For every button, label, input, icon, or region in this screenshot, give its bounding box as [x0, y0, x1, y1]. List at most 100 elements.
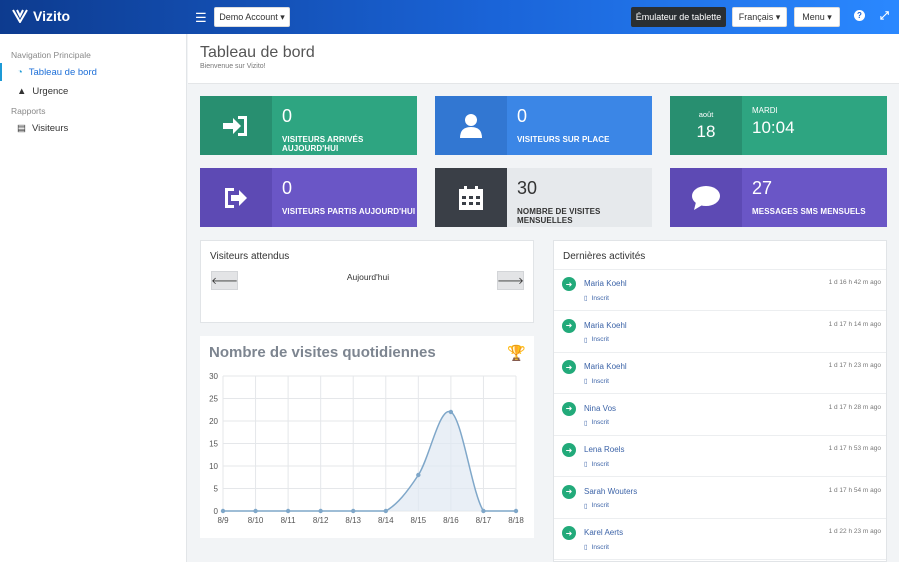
- page-header: Tableau de bord Bienvenue sur Vizito!: [188, 34, 899, 84]
- tablet-icon: ▯: [584, 336, 588, 344]
- sign-in-icon: ➜: [562, 526, 576, 540]
- activity-time: 1 d 17 h 53 m ago: [828, 445, 881, 452]
- activity-row[interactable]: ➜ Karel Aerts ▯ Inscrit 1 d 22 h 23 m ago: [554, 519, 886, 560]
- card-monthly-visits[interactable]: 30 NOMBRE DE VISITES MENSUELLES: [435, 168, 652, 227]
- menu-dropdown[interactable]: Menu ▾: [794, 7, 840, 27]
- caret-down-icon: ▾: [827, 11, 832, 22]
- sidebar-section-nav: Navigation Principale: [11, 50, 91, 60]
- daily-visits-panel: Nombre de visites quotidiennes 🏆 0 5 10 15 2…: [200, 336, 534, 538]
- data-point: [448, 409, 454, 415]
- card-label: VISITEURS ARRIVÉS AUJOURD'HUI: [282, 135, 364, 153]
- x-tick-label: 8/14: [378, 516, 394, 525]
- status-label: Inscrit: [591, 543, 609, 551]
- visitor-name[interactable]: Maria Koehl: [584, 279, 627, 288]
- sidebar-item-label: Visiteurs: [31, 122, 69, 134]
- visitor-name[interactable]: Maria Koehl: [584, 321, 627, 330]
- x-tick-label: 8/16: [443, 516, 459, 525]
- x-tick-label: 8/13: [345, 516, 361, 525]
- tablet-icon: ▯: [584, 419, 588, 427]
- series-area: [223, 411, 516, 511]
- activity-time: 1 d 17 h 14 m ago: [828, 320, 881, 328]
- language-label: Français: [738, 12, 774, 22]
- sidebar-item-dashboard[interactable]: ◔ Tableau de bord: [0, 63, 186, 81]
- visitor-name[interactable]: Maria Koehl: [584, 362, 627, 371]
- status-label: Inscrit: [591, 502, 609, 509]
- y-tick-label: 20: [209, 417, 218, 426]
- tablet-emulator-button[interactable]: Émulateur de tablette: [631, 7, 726, 27]
- arrow-right-icon: 🡒: [497, 275, 524, 287]
- daily-visits-chart: 0 5 10 15 20 25 30 8/9 8/10 8/11 8/12 8/13 8/14 8/15 8…: [209, 372, 524, 525]
- language-dropdown[interactable]: Français ▾: [732, 7, 787, 27]
- sidebar: Navigation Principale ◔ Tableau de bord …: [0, 34, 187, 562]
- visitor-name[interactable]: Lena Roels: [584, 445, 624, 454]
- account-dropdown[interactable]: Demo Account ▾: [214, 7, 290, 27]
- expand-icon[interactable]: ⤢: [880, 10, 889, 23]
- activity-row[interactable]: ➜ Maria Koehl ▯ Inscrit 1 d 16 h 42 m ago: [554, 270, 886, 311]
- activity-row[interactable]: ➜ Nina Vos ▯ Inscrit 1 d 17 h 28 m ago: [554, 395, 886, 436]
- activity-row[interactable]: ➜ Maria Koehl ▯ Inscrit 1 d 17 h 23 m ago: [554, 353, 886, 394]
- date-label: Aujourd'hui: [346, 272, 390, 282]
- activity-status: ▯ Inscrit: [584, 543, 609, 552]
- sidebar-item-urgence[interactable]: ▲ Urgence: [0, 82, 186, 100]
- data-point: [383, 508, 388, 514]
- page-title: Tableau de bord: [200, 44, 315, 61]
- help-icon[interactable]: ?: [854, 10, 865, 21]
- activity-row[interactable]: ➜ Sarah Wouters ▯ Inscrit 1 d 17 h 54 m ago: [554, 478, 886, 519]
- sidebar-item-label: Tableau de bord: [28, 66, 97, 78]
- activity-status: ▯ Inscrit: [584, 377, 609, 386]
- visitor-name[interactable]: Nina Vos: [584, 404, 616, 413]
- y-tick-label: 10: [209, 462, 218, 471]
- visitor-name[interactable]: Sarah Wouters: [584, 487, 637, 496]
- activity-row[interactable]: ➜ Lena Roels ▯ Inscrit 1 d 17 h 53 m ago: [554, 436, 886, 477]
- expected-visitors-title: Visiteurs attendus: [210, 251, 290, 262]
- card-label: VISITEURS SUR PLACE: [517, 135, 610, 144]
- visitor-name[interactable]: Karel Aerts: [584, 528, 623, 537]
- sign-in-icon: ➜: [562, 277, 576, 291]
- activity-status: ▯ Inscrit: [584, 294, 609, 303]
- tablet-icon: ▯: [584, 502, 588, 510]
- activity-row[interactable]: ➜ Maria Koehl ▯ Inscrit 1 d 17 h 14 m ago: [554, 312, 886, 353]
- user-icon: [435, 96, 507, 155]
- comment-icon: [670, 168, 742, 227]
- tablet-icon: ▯: [584, 378, 588, 385]
- caret-down-icon: ▾: [280, 11, 285, 22]
- tablet-emulator-label: Émulateur de tablette: [635, 12, 722, 22]
- sign-out-icon: [200, 168, 272, 227]
- card-on-site[interactable]: 0 VISITEURS SUR PLACE: [435, 96, 652, 155]
- activity-time: 1 d 17 h 54 m ago: [828, 486, 881, 494]
- app-logo[interactable]: Vizito: [12, 8, 70, 24]
- x-tick-label: 8/10: [248, 516, 264, 525]
- sign-in-icon: ➜: [562, 484, 576, 499]
- x-tick-label: 8/18: [508, 516, 524, 525]
- card-label: VISITEURS PARTIS AUJOURD'HUI: [282, 207, 416, 216]
- calendar-icon: [435, 168, 507, 227]
- page-subtitle: Bienvenue sur Vizito!: [200, 63, 266, 70]
- book-icon: ▤: [17, 122, 26, 134]
- app-name: Vizito: [33, 8, 71, 24]
- month-label: août: [698, 109, 714, 119]
- hamburger-menu-icon[interactable]: ☰: [195, 10, 207, 26]
- dashboard-icon: ◔: [17, 66, 23, 78]
- card-arrived-today[interactable]: 0 VISITEURS ARRIVÉS AUJOURD'HUI: [200, 96, 417, 155]
- y-tick-label: 0: [214, 507, 219, 516]
- card-value: 0: [517, 106, 528, 126]
- next-day-button[interactable]: 🡒: [497, 271, 524, 290]
- data-point: [220, 508, 226, 514]
- account-label: Demo Account: [219, 12, 278, 22]
- status-label: Inscrit: [591, 294, 609, 302]
- card-value: 0: [282, 178, 293, 198]
- tablet-icon: ▯: [584, 544, 588, 551]
- card-left-today[interactable]: 0 VISITEURS PARTIS AUJOURD'HUI: [200, 168, 417, 227]
- y-tick-label: 15: [209, 440, 218, 449]
- card-sms[interactable]: 27 MESSAGES SMS MENSUELS: [670, 168, 887, 227]
- sidebar-item-visiteurs[interactable]: ▤ Visiteurs: [0, 119, 186, 137]
- activity-time: 1 d 17 h 28 m ago: [828, 403, 881, 411]
- data-point: [318, 508, 323, 514]
- status-label: Inscrit: [591, 460, 609, 468]
- activity-status: ▯ Inscrit: [584, 460, 609, 469]
- card-date-time: août 18 MARDI 10:04: [670, 96, 887, 155]
- tablet-icon: ▯: [584, 461, 588, 468]
- x-tick-label: 8/15: [411, 516, 427, 525]
- activity-time: 1 d 22 h 23 m ago: [828, 528, 881, 535]
- activity-time: 1 d 16 h 42 m ago: [828, 279, 881, 286]
